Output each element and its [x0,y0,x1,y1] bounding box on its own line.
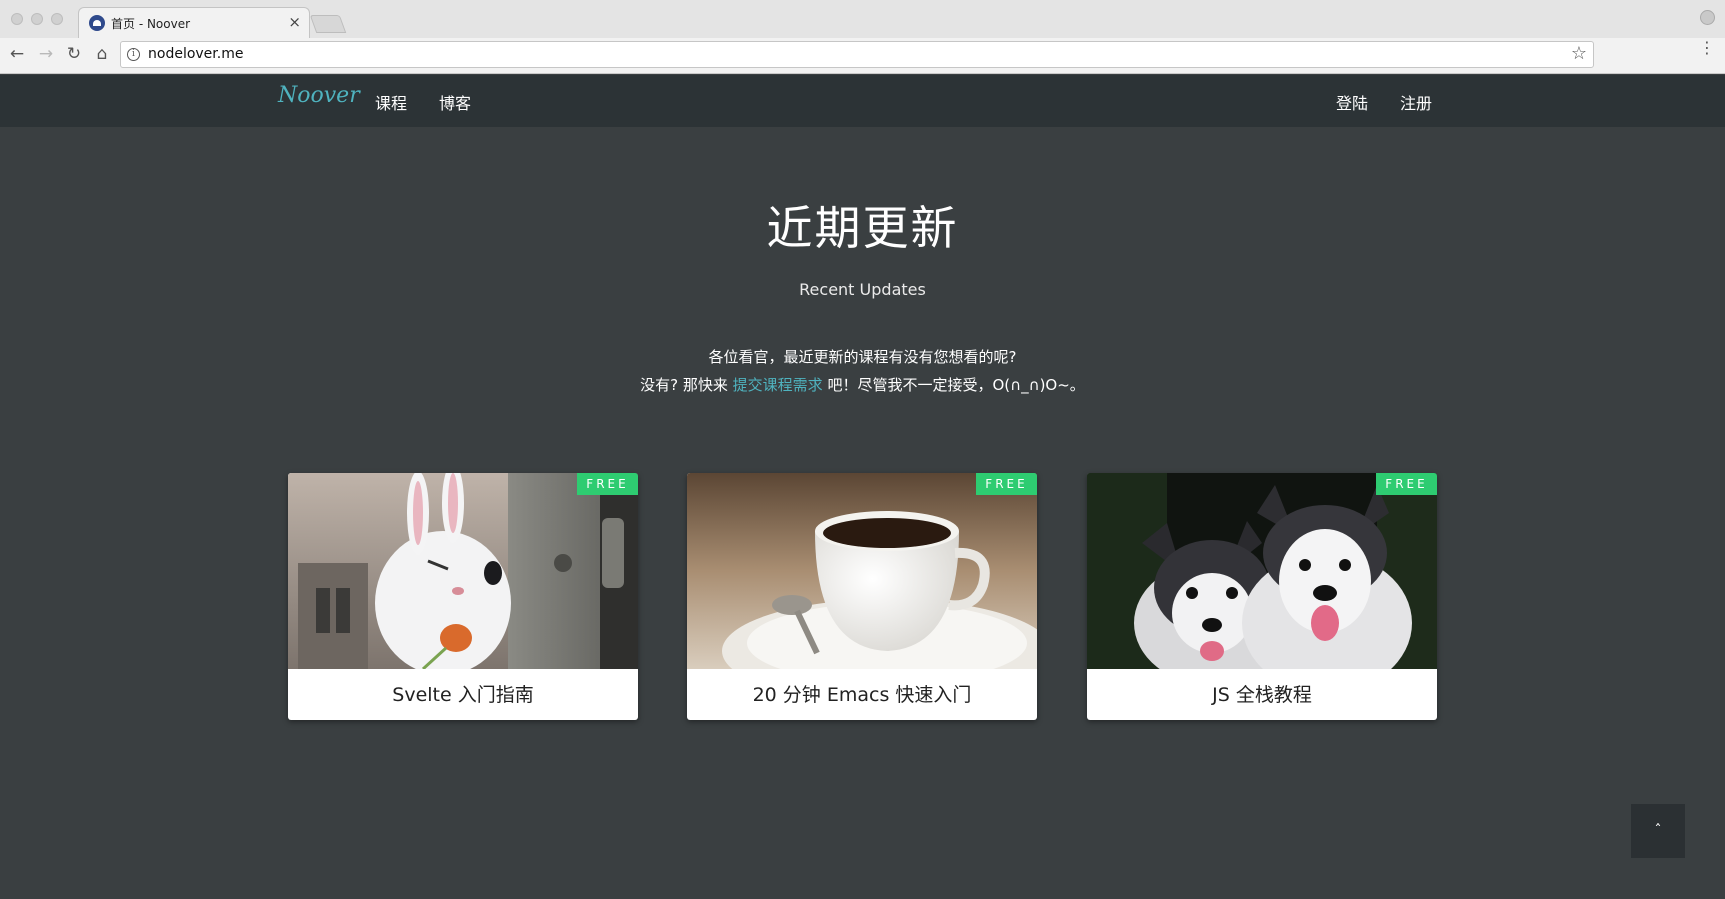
register-link[interactable]: 注册 [1400,90,1432,114]
section-title: 近期更新 [766,201,959,255]
back-to-top-button[interactable]: ˆ [1631,804,1685,858]
browser-menu-icon[interactable]: ⋮ [1699,40,1715,56]
section-subtitle: Recent Updates [799,280,926,299]
address-bar[interactable]: i nodelover.me ☆ [120,41,1594,68]
new-tab-button[interactable] [309,15,347,33]
zoom-window-icon[interactable] [51,13,63,25]
course-card[interactable]: FREE Svelte 入门指南 [288,473,638,720]
bookmark-star-icon[interactable]: ☆ [1571,43,1587,64]
nav-link-blog[interactable]: 博客 [439,90,471,114]
free-badge: FREE [1376,473,1437,495]
site-header: Noover 课程 博客 登陆 注册 [0,75,1725,127]
forward-arrow-icon[interactable]: → [35,43,57,65]
intro-line-2: 没有? 那快来 提交课程需求 吧！尽管我不一定接受，O(∩_∩)O~。 [0,374,1725,395]
home-icon[interactable]: ⌂ [91,43,113,65]
free-badge: FREE [577,473,638,495]
profile-icon[interactable] [1700,10,1715,25]
submit-request-link[interactable]: 提交课程需求 [733,376,823,394]
back-arrow-icon[interactable]: ← [6,43,28,65]
chevron-up-icon: ˆ [1654,823,1662,839]
intro-text-after: 吧！尽管我不一定接受，O(∩_∩)O~。 [822,376,1085,394]
tab-close-icon[interactable]: × [288,13,301,31]
tab-title: 首页 - Noover [111,17,191,31]
favicon-icon [89,15,105,31]
site-info-icon[interactable]: i [127,48,140,61]
minimize-window-icon[interactable] [31,13,43,25]
site-logo[interactable]: Noover [278,83,360,108]
course-title[interactable]: 20 分钟 Emacs 快速入门 [687,680,1037,707]
close-window-icon[interactable] [11,13,23,25]
coffee-cup-image [687,473,1037,669]
url-text[interactable]: nodelover.me [148,46,243,62]
intro-text-before: 没有? 那快来 [640,376,733,394]
nav-link-courses[interactable]: 课程 [375,90,407,114]
login-link[interactable]: 登陆 [1336,90,1368,114]
course-card[interactable]: FREE 20 分钟 Emacs 快速入门 [687,473,1037,720]
course-title[interactable]: JS 全栈教程 [1087,680,1437,707]
tab-strip: 首页 - Noover × [0,0,1725,38]
white-rabbit-image [288,473,638,669]
reload-icon[interactable]: ↻ [63,43,85,65]
browser-chrome: 首页 - Noover × ← → ↻ ⌂ i nodelover.me ☆ ⋮ [0,0,1725,74]
free-badge: FREE [976,473,1037,495]
browser-tab[interactable]: 首页 - Noover × [78,7,310,38]
husky-puppies-image [1087,473,1437,669]
course-title[interactable]: Svelte 入门指南 [288,680,638,707]
course-card[interactable]: FREE JS 全栈教程 [1087,473,1437,720]
intro-line-1: 各位看官，最近更新的课程有没有您想看的呢? [708,348,1017,366]
